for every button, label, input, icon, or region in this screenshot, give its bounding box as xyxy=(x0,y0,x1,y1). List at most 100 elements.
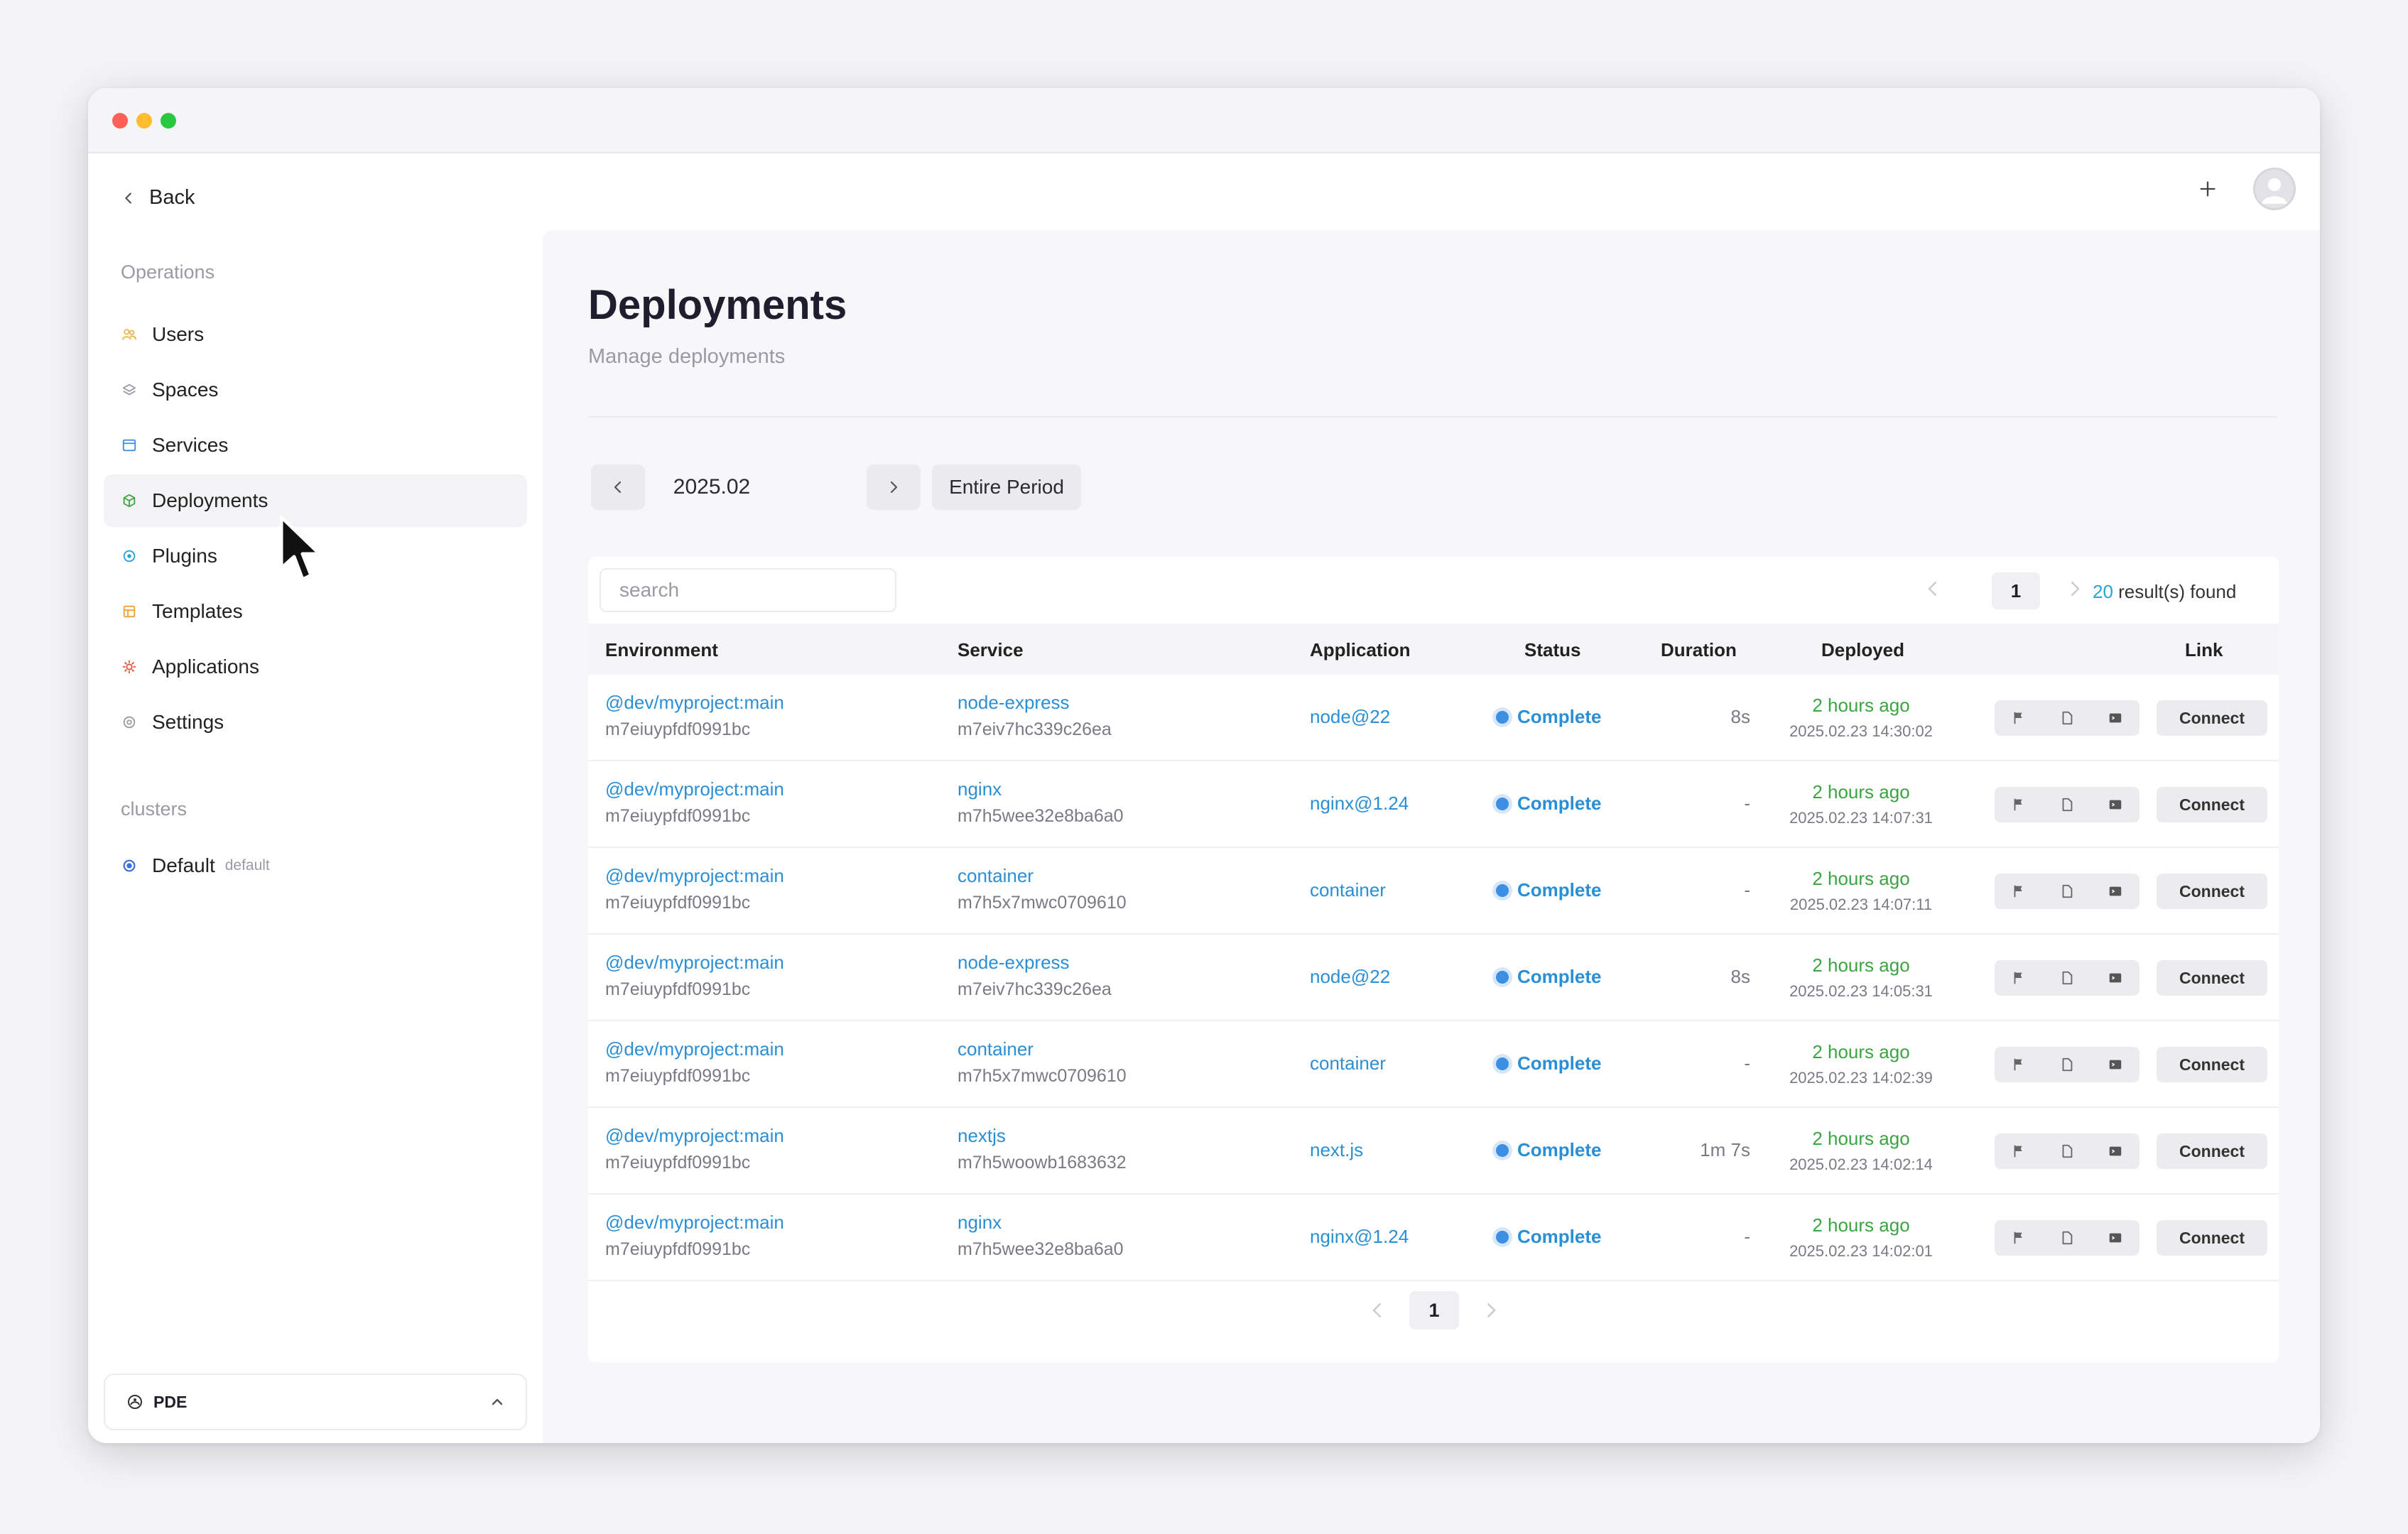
pager-next-button[interactable] xyxy=(2064,578,2086,599)
flag-button[interactable] xyxy=(1995,787,2043,822)
sidebar-item-cluster-default[interactable]: Default default xyxy=(104,839,527,892)
terminal-icon xyxy=(2108,1057,2123,1072)
service-cell: node-express m7eiv7hc339c26ea xyxy=(958,952,1112,1000)
application-link[interactable]: nginx@1.24 xyxy=(1310,793,1409,815)
col-duration[interactable]: Duration xyxy=(1661,639,1737,661)
logs-button[interactable] xyxy=(2043,1047,2091,1082)
service-link[interactable]: nginx xyxy=(958,778,1124,800)
flag-button[interactable] xyxy=(1995,874,2043,909)
logs-button[interactable] xyxy=(2043,787,2091,822)
pager-bottom-next-button[interactable] xyxy=(1480,1300,1502,1321)
deployed-timestamp: 2025.02.23 14:02:39 xyxy=(1789,1069,1933,1087)
sidebar-item-templates[interactable]: Templates xyxy=(104,585,527,638)
pager-prev-button[interactable] xyxy=(1922,578,1943,599)
connect-button[interactable]: Connect xyxy=(2157,787,2267,822)
service-link[interactable]: node-express xyxy=(958,692,1112,714)
flag-button[interactable] xyxy=(1995,960,2043,996)
environment-link[interactable]: @dev/myproject:main xyxy=(605,692,784,714)
terminal-button[interactable] xyxy=(2091,1047,2139,1082)
document-icon xyxy=(2059,1230,2075,1246)
flag-icon xyxy=(2011,883,2027,899)
environment-link[interactable]: @dev/myproject:main xyxy=(605,778,784,800)
connect-button[interactable]: Connect xyxy=(2157,1133,2267,1169)
environment-cell: @dev/myproject:main m7eiuypfdf0991bc xyxy=(605,952,784,1000)
flag-button[interactable] xyxy=(1995,1220,2043,1256)
terminal-button[interactable] xyxy=(2091,1133,2139,1169)
chevron-right-icon xyxy=(890,481,898,494)
application-link[interactable]: nginx@1.24 xyxy=(1310,1226,1409,1248)
gear-icon xyxy=(119,657,139,677)
connect-button[interactable]: Connect xyxy=(2157,874,2267,909)
avatar[interactable] xyxy=(2253,168,2296,210)
col-environment[interactable]: Environment xyxy=(605,639,718,661)
search-input[interactable] xyxy=(600,568,896,612)
connect-button[interactable]: Connect xyxy=(2157,1047,2267,1082)
environment-link[interactable]: @dev/myproject:main xyxy=(605,1212,784,1234)
service-link[interactable]: nextjs xyxy=(958,1125,1127,1147)
row-actions xyxy=(1995,960,2139,996)
table-header: Environment Service Application Status D… xyxy=(588,624,2279,675)
connect-button[interactable]: Connect xyxy=(2157,700,2267,736)
table-row: @dev/myproject:main m7eiuypfdf0991bc conta… xyxy=(588,848,2279,935)
application-link[interactable]: node@22 xyxy=(1310,966,1390,988)
connect-button[interactable]: Connect xyxy=(2157,1220,2267,1256)
add-button[interactable] xyxy=(2191,172,2225,206)
title-bar xyxy=(88,88,2320,153)
terminal-button[interactable] xyxy=(2091,874,2139,909)
sidebar-item-services[interactable]: Services xyxy=(104,419,527,472)
pager-bottom-prev-button[interactable] xyxy=(1367,1300,1388,1321)
flag-button[interactable] xyxy=(1995,700,2043,736)
chevron-left-icon xyxy=(125,192,131,204)
status-badge: Complete xyxy=(1496,1139,1601,1161)
document-icon xyxy=(2059,883,2075,899)
environment-link[interactable]: @dev/myproject:main xyxy=(605,865,784,887)
service-link[interactable]: container xyxy=(958,865,1127,887)
pager-bottom-page-button[interactable]: 1 xyxy=(1409,1291,1459,1329)
application-link[interactable]: next.js xyxy=(1310,1139,1363,1161)
connect-button[interactable]: Connect xyxy=(2157,960,2267,996)
logs-button[interactable] xyxy=(2043,874,2091,909)
sidebar-item-applications[interactable]: Applications xyxy=(104,641,527,693)
deployed-ago: 2 hours ago xyxy=(1812,781,1910,803)
workspace-switcher[interactable]: PDE xyxy=(104,1373,527,1430)
environment-link[interactable]: @dev/myproject:main xyxy=(605,1125,784,1147)
sidebar-item-users[interactable]: Users xyxy=(104,308,527,361)
next-period-button[interactable] xyxy=(867,464,921,510)
terminal-button[interactable] xyxy=(2091,1220,2139,1256)
sidebar-item-settings[interactable]: Settings xyxy=(104,696,527,749)
flag-button[interactable] xyxy=(1995,1133,2043,1169)
terminal-button[interactable] xyxy=(2091,787,2139,822)
environment-link[interactable]: @dev/myproject:main xyxy=(605,1038,784,1060)
logs-button[interactable] xyxy=(2043,1133,2091,1169)
sidebar-item-spaces[interactable]: Spaces xyxy=(104,364,527,416)
maximize-window-button[interactable] xyxy=(161,113,176,129)
terminal-icon xyxy=(2108,1230,2123,1246)
logs-button[interactable] xyxy=(2043,700,2091,736)
terminal-button[interactable] xyxy=(2091,700,2139,736)
deployed-timestamp: 2025.02.23 14:30:02 xyxy=(1789,722,1933,740)
col-deployed[interactable]: Deployed xyxy=(1821,639,1904,661)
minimize-window-button[interactable] xyxy=(136,113,152,129)
status-dot-icon xyxy=(1496,1143,1509,1157)
col-service[interactable]: Service xyxy=(958,639,1024,661)
service-link[interactable]: nginx xyxy=(958,1212,1124,1234)
terminal-button[interactable] xyxy=(2091,960,2139,996)
col-application[interactable]: Application xyxy=(1310,639,1411,661)
application-link[interactable]: container xyxy=(1310,1052,1386,1075)
previous-period-button[interactable] xyxy=(591,464,645,510)
service-link[interactable]: container xyxy=(958,1038,1127,1060)
flag-button[interactable] xyxy=(1995,1047,2043,1082)
pager-page-button[interactable]: 1 xyxy=(1992,572,2040,609)
col-status[interactable]: Status xyxy=(1524,639,1580,661)
service-link[interactable]: node-express xyxy=(958,952,1112,974)
close-window-button[interactable] xyxy=(112,113,128,129)
logs-button[interactable] xyxy=(2043,1220,2091,1256)
row-actions xyxy=(1995,1133,2139,1169)
logs-button[interactable] xyxy=(2043,960,2091,996)
application-link[interactable]: container xyxy=(1310,879,1386,901)
application-link[interactable]: node@22 xyxy=(1310,706,1390,728)
back-button[interactable]: Back xyxy=(121,186,195,210)
entire-period-button[interactable]: Entire Period xyxy=(932,464,1081,510)
entire-period-label: Entire Period xyxy=(949,476,1064,498)
environment-link[interactable]: @dev/myproject:main xyxy=(605,952,784,974)
